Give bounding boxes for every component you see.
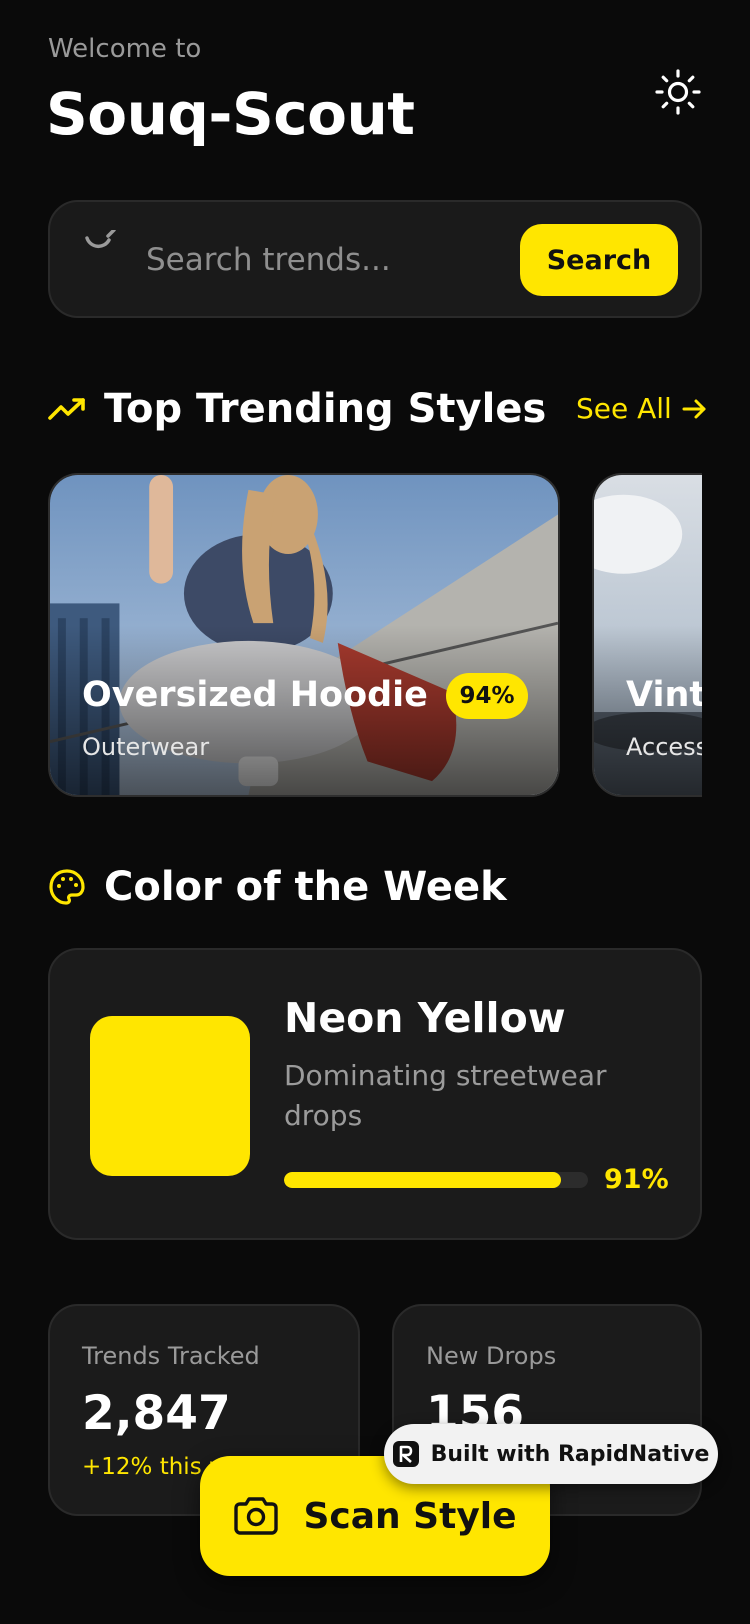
see-all-link[interactable]: See All [576,392,708,425]
built-with-badge[interactable]: Built with RapidNative [384,1424,718,1484]
search-button[interactable]: Search [520,224,678,296]
trend-card-title: Vint [626,675,702,715]
sun-icon [655,69,701,115]
search-bar: Search [48,200,702,318]
trending-section-header: Top Trending Styles [48,386,546,432]
stat-label: Trends Tracked [82,1342,260,1370]
color-week-title: Color of the Week [104,864,507,910]
color-description: Dominating streetwear drops [284,1059,607,1132]
popularity-percent: 91% [604,1164,669,1195]
arrow-right-icon [682,399,706,418]
progress-fill [284,1172,561,1188]
trend-card-title: Oversized Hoodie [82,675,428,715]
trend-card-category: Outerwear [82,733,210,761]
color-name: Neon Yellow [284,994,566,1042]
camera-icon [234,1497,279,1535]
trend-score-badge: 94% [446,673,528,719]
welcome-text: Welcome to [48,34,202,64]
trend-card[interactable]: Oversized Hoodie Outerwear 94% [48,473,560,797]
see-all-label: See All [576,392,672,425]
trend-card[interactable]: Vint Access [592,473,702,797]
theme-toggle-button[interactable] [652,66,704,118]
color-week-header: Color of the Week [48,864,507,910]
scan-style-label: Scan Style [303,1495,517,1537]
color-week-card[interactable]: Neon Yellow Dominating streetwear drops … [48,948,702,1240]
popularity-progress-bar [284,1172,588,1188]
color-swatch [90,1016,250,1176]
trending-carousel[interactable]: Oversized Hoodie Outerwear 94% Vint Acce… [48,473,702,797]
stat-value: 2,847 [82,1386,231,1441]
app-title: Souq-Scout [46,80,415,148]
stat-label: New Drops [426,1342,557,1370]
palette-icon [49,869,85,905]
trend-card-category: Access [626,733,702,761]
trending-up-icon [48,398,85,420]
search-input[interactable] [146,232,446,288]
rapidnative-logo-icon [392,1441,419,1467]
search-icon [85,230,116,249]
trending-title: Top Trending Styles [104,386,547,432]
built-with-label: Built with RapidNative [430,1441,710,1467]
